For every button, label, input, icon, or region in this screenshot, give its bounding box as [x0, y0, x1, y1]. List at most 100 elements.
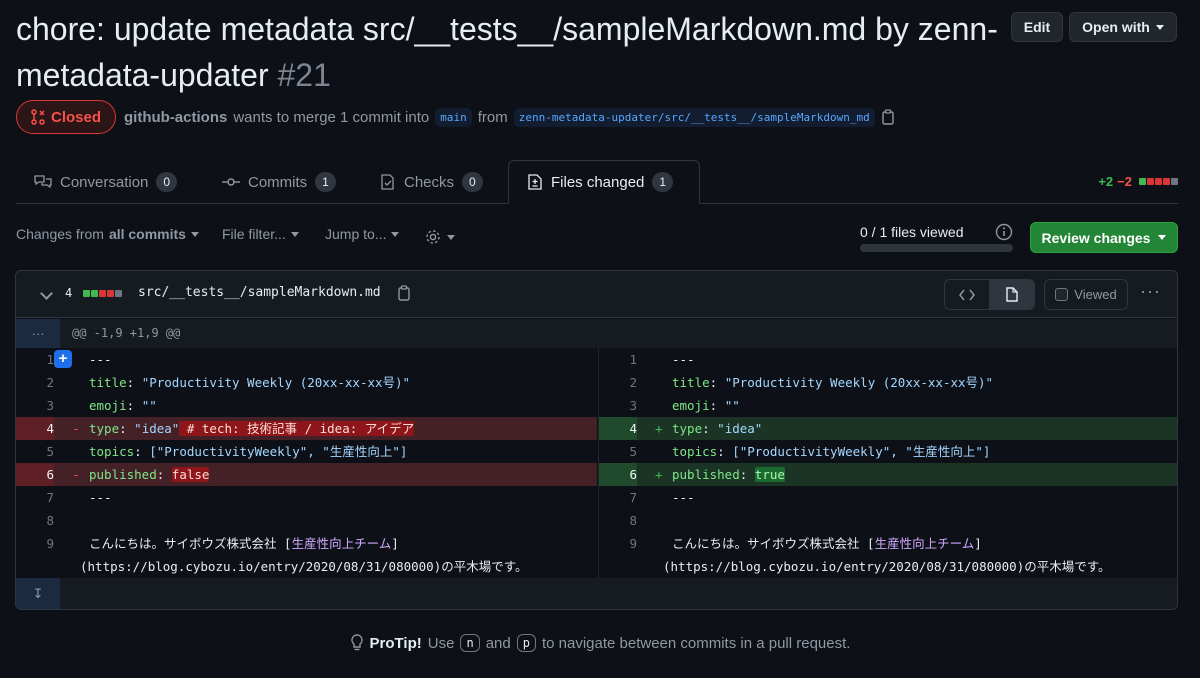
yaml-comment: # tech: 技術記事 / idea: アイデア: [179, 421, 415, 436]
diff-marker: -: [72, 467, 80, 482]
line-number[interactable]: 5: [16, 440, 54, 463]
yaml-key: type: [89, 421, 120, 436]
diff-marker: +: [655, 421, 663, 436]
markdown-text: (https://blog.cybozu.io/entry/2020/08/31…: [663, 559, 1111, 574]
base-branch[interactable]: main: [435, 107, 472, 127]
right-diff-line: (https://blog.cybozu.io/entry/2020/08/31…: [598, 555, 1177, 578]
diff-row: 9 こんにちは。サイボウズ株式会社 [生産性向上チーム] 9 こんにちは。サイボウ…: [16, 532, 1177, 555]
left-diff-line: 5 topics: ["ProductivityWeekly", "生産性向上"…: [16, 440, 597, 463]
line-number[interactable]: 2: [599, 371, 637, 394]
open-with-button[interactable]: Open with: [1069, 12, 1177, 42]
yaml-value: "Productivity Weekly (20xx-xx-xx号)": [724, 375, 994, 390]
protip-text: to navigate between commits in a pull re…: [541, 634, 851, 652]
diffstat-square: [99, 290, 106, 297]
tab-checks[interactable]: Checks 0: [362, 160, 501, 204]
line-number[interactable]: 6: [599, 463, 637, 486]
markdown-text: ---: [672, 490, 695, 505]
yaml-value: false: [171, 467, 210, 482]
file-path[interactable]: src/__tests__/sampleMarkdown.md: [138, 285, 381, 300]
jump-to-dropdown[interactable]: Jump to...: [325, 226, 400, 242]
tab-counter: 1: [652, 172, 674, 192]
line-number[interactable]: 3: [599, 394, 637, 417]
line-number[interactable]: 9: [16, 532, 54, 555]
yaml-key: title: [672, 375, 710, 390]
diff-marker: [655, 371, 663, 394]
yaml-value: "idea": [134, 421, 180, 436]
code-line: topics: ["ProductivityWeekly", "生産性向上"]: [89, 444, 408, 459]
code-line: emoji: "": [672, 398, 740, 413]
code-line: type: "idea": [672, 421, 763, 436]
jump-to-label: Jump to...: [325, 226, 387, 242]
info-icon[interactable]: [995, 223, 1013, 241]
kebab-menu-icon[interactable]: ···: [1140, 281, 1161, 302]
expand-up-icon[interactable]: ···: [16, 319, 60, 348]
diff-row: 2 title: "Productivity Weekly (20xx-xx-x…: [16, 371, 1177, 394]
open-with-label: Open with: [1082, 19, 1150, 35]
line-number[interactable]: 8: [599, 509, 637, 532]
copy-icon[interactable]: [397, 285, 411, 301]
code-line: title: "Productivity Weekly (20xx-xx-xx号…: [89, 375, 411, 390]
diff-row: (https://blog.cybozu.io/entry/2020/08/31…: [16, 555, 1177, 578]
tab-conversation[interactable]: Conversation 0: [16, 160, 195, 204]
tab-commits[interactable]: Commits 1: [204, 160, 354, 204]
tab-label: Conversation: [60, 173, 149, 191]
copy-icon[interactable]: [881, 109, 895, 125]
line-number[interactable]: 3: [16, 394, 54, 417]
markdown-text: ]: [974, 536, 982, 551]
line-number[interactable]: 4: [599, 417, 637, 440]
yaml-key: published: [672, 467, 740, 482]
diffstat-square: [83, 290, 90, 297]
review-changes-button[interactable]: Review changes: [1030, 222, 1178, 253]
diffstat-square: [1171, 178, 1178, 185]
line-number[interactable]: 8: [16, 509, 54, 532]
yaml-key: emoji: [672, 398, 710, 413]
protip-text: Use: [427, 634, 455, 652]
diff-marker: [655, 532, 663, 555]
page-title: chore: update metadata src/__tests__/sam…: [16, 6, 1006, 98]
line-number[interactable]: 4: [16, 417, 54, 440]
diff-row: 4- type: "idea" # tech: 技術記事 / idea: アイデア…: [16, 417, 1177, 440]
yaml-key: title: [89, 375, 127, 390]
head-branch[interactable]: zenn-metadata-updater/src/__tests__/samp…: [513, 107, 875, 127]
line-number[interactable]: 7: [599, 486, 637, 509]
changes-from-dropdown[interactable]: Changes from all commits: [16, 226, 199, 242]
right-diff-line: 7 ---: [598, 486, 1177, 509]
line-number[interactable]: 6: [16, 463, 54, 486]
rich-view-button[interactable]: [989, 280, 1034, 309]
yaml-value: "": [724, 398, 740, 413]
code-view-button[interactable]: [945, 280, 989, 309]
tab-files-changed[interactable]: Files changed 1: [508, 160, 700, 204]
diff-marker: [655, 348, 663, 371]
diffstat-square: [1139, 178, 1146, 185]
diff-marker: [655, 394, 663, 417]
right-diff-line: 9 こんにちは。サイボウズ株式会社 [生産性向上チーム]: [598, 532, 1177, 555]
diff-settings-dropdown[interactable]: [424, 228, 455, 246]
file-filter-dropdown[interactable]: File filter...: [222, 226, 299, 242]
tab-counter: 0: [462, 172, 483, 192]
line-number[interactable]: 7: [16, 486, 54, 509]
line-number[interactable]: 1: [599, 348, 637, 371]
line-number[interactable]: 9: [599, 532, 637, 555]
expand-down-icon[interactable]: ↧: [16, 578, 60, 609]
deletions-count: −2: [1117, 174, 1132, 189]
additions-count: +2: [1098, 174, 1114, 189]
line-number[interactable]: 1: [16, 348, 54, 371]
add-comment-icon[interactable]: +: [54, 350, 72, 368]
tab-label: Files changed: [551, 173, 645, 191]
diffstat-square: [1163, 178, 1170, 185]
line-number[interactable]: 2: [16, 371, 54, 394]
edit-button[interactable]: Edit: [1011, 12, 1063, 42]
viewed-checkbox[interactable]: Viewed: [1044, 279, 1128, 310]
diff-table: 1 --- 1 --- +2 title: "Productivity Weekly…: [16, 348, 1177, 578]
pr-closed-icon: [31, 109, 45, 125]
chevron-down-icon[interactable]: [40, 287, 53, 300]
tab-counter: 0: [156, 172, 178, 192]
hunk-header-text: @@ -1,9 +1,9 @@: [72, 326, 181, 340]
code-line: ---: [89, 486, 112, 509]
right-diff-line: 8: [598, 509, 1177, 532]
diffstat-square: [1147, 178, 1154, 185]
left-diff-line: (https://blog.cybozu.io/entry/2020/08/31…: [16, 555, 597, 578]
author-link[interactable]: github-actions: [124, 109, 227, 126]
line-number[interactable]: 5: [599, 440, 637, 463]
file-filter-label: File filter...: [222, 226, 286, 242]
